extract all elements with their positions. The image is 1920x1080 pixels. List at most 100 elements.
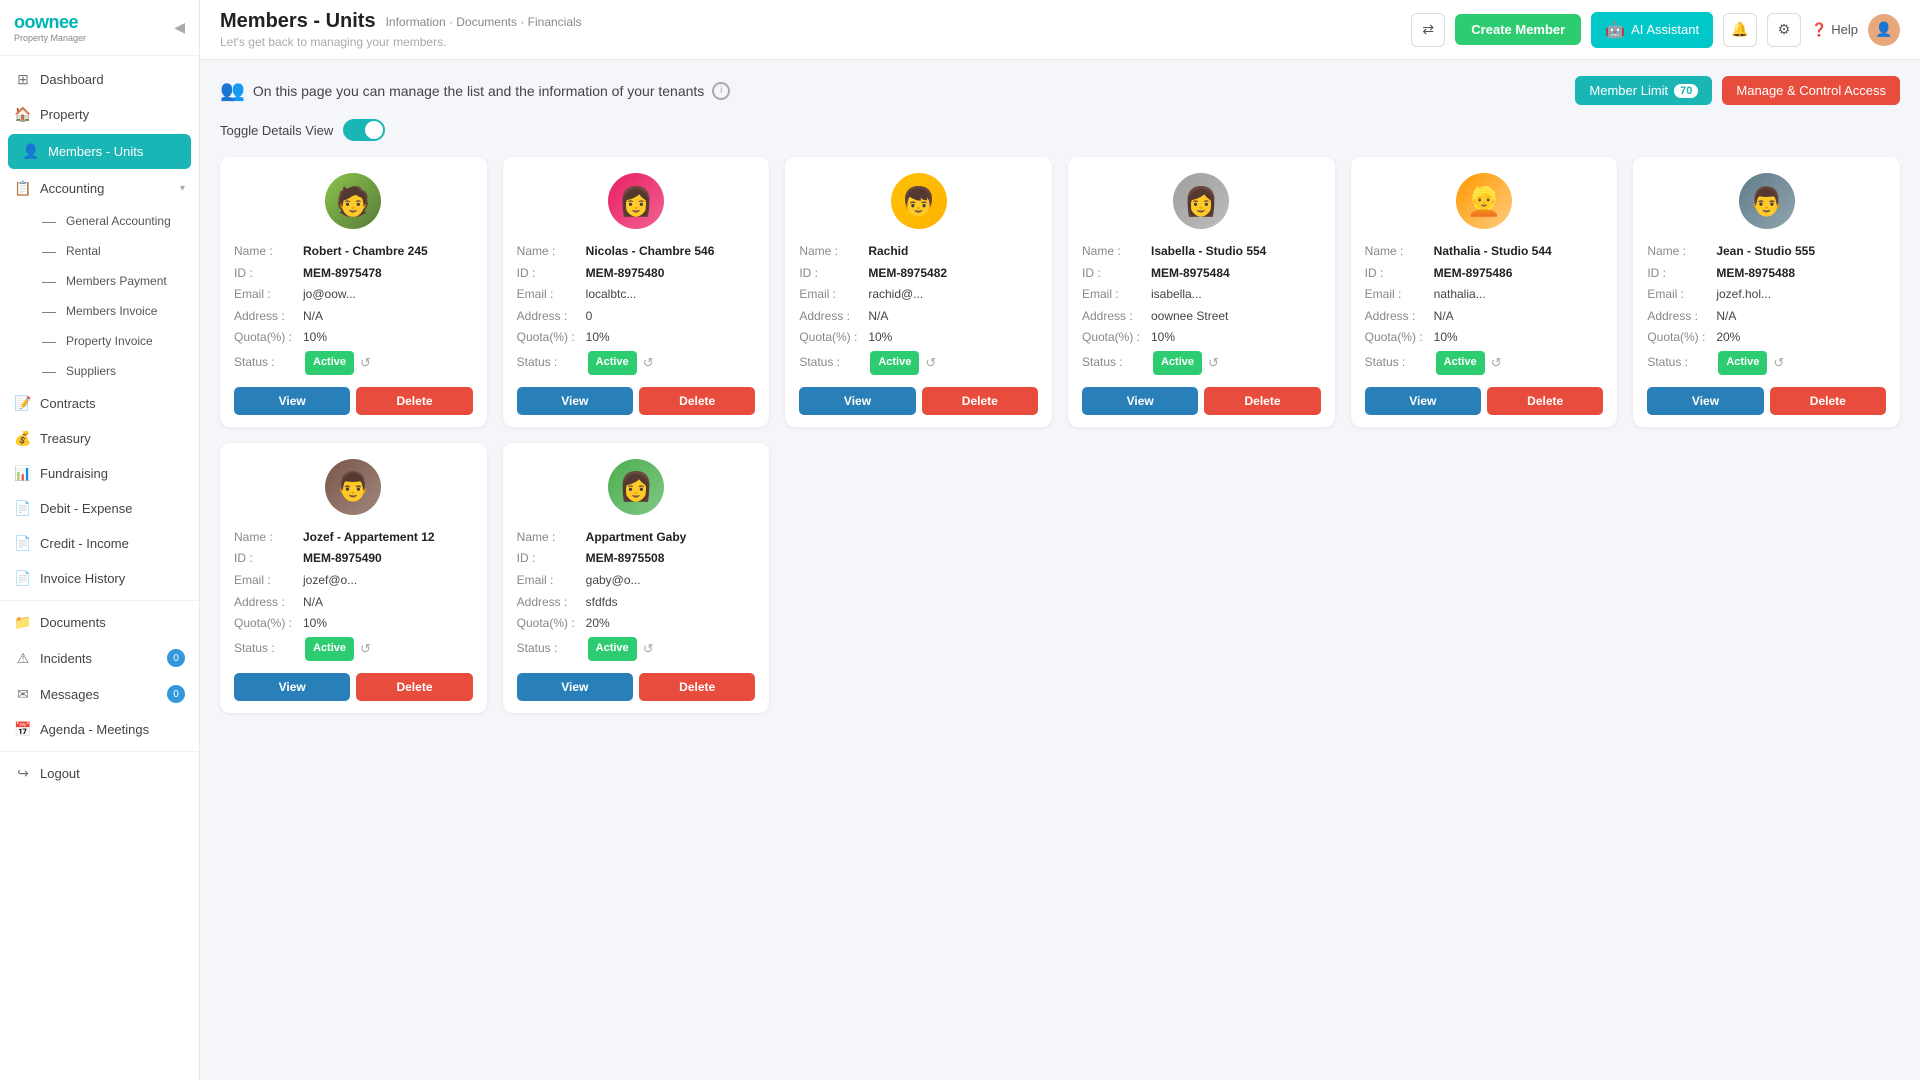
card-id-row: ID : MEM-8975508 (517, 548, 756, 570)
sidebar-item-members-invoice[interactable]: — Members Invoice (30, 296, 199, 326)
member-limit-button[interactable]: Member Limit 70 (1575, 76, 1712, 105)
card-name-row: Name : Jozef - Appartement 12 (234, 527, 473, 549)
delete-button[interactable]: Delete (356, 387, 472, 415)
user-avatar[interactable]: 👤 (1868, 14, 1900, 46)
card-info: Name : Appartment Gaby ID : MEM-8975508 … (517, 527, 756, 663)
view-button[interactable]: View (1082, 387, 1198, 415)
sidebar-item-property-invoice[interactable]: — Property Invoice (30, 326, 199, 356)
fundraising-icon: 📊 (14, 465, 32, 482)
sidebar-item-fundraising[interactable]: 📊 Fundraising (0, 456, 199, 491)
sidebar-item-rental[interactable]: — Rental (30, 236, 199, 266)
name-label: Name : (234, 527, 299, 549)
sidebar-item-accounting[interactable]: 📋 Accounting ▾ (0, 171, 199, 206)
sidebar-item-debit-expense[interactable]: 📄 Debit - Expense (0, 491, 199, 526)
member-id: MEM-8975484 (1151, 263, 1230, 285)
refresh-icon[interactable]: ↺ (360, 637, 371, 660)
ai-assistant-button[interactable]: 🤖 AI Assistant (1591, 12, 1713, 48)
view-button[interactable]: View (234, 387, 350, 415)
card-quota-row: Quota(%) : 10% (799, 327, 1038, 349)
member-email: nathalia... (1434, 284, 1486, 306)
view-button[interactable]: View (1365, 387, 1481, 415)
quota-label: Quota(%) : (234, 613, 299, 635)
main-area: Members - Units Information · Documents … (200, 0, 1920, 1080)
id-label: ID : (1647, 263, 1712, 285)
sidebar-item-logout[interactable]: ↪ Logout (0, 756, 199, 791)
view-button[interactable]: View (517, 673, 633, 701)
view-button[interactable]: View (517, 387, 633, 415)
sidebar-item-general-accounting[interactable]: — General Accounting (30, 206, 199, 236)
avatar: 👩 (608, 459, 664, 515)
refresh-icon[interactable]: ↺ (925, 351, 936, 374)
info-bar-right: Member Limit 70 Manage & Control Access (1575, 76, 1900, 105)
delete-button[interactable]: Delete (1204, 387, 1320, 415)
sidebar-item-invoice-history[interactable]: 📄 Invoice History (0, 561, 199, 596)
avatar-emoji: 👩 (619, 470, 654, 503)
sidebar-item-property[interactable]: 🏠 Property (0, 97, 199, 132)
toggle-row: Toggle Details View (220, 119, 1900, 141)
member-quota: 20% (586, 613, 610, 635)
sidebar-item-agenda[interactable]: 📅 Agenda - Meetings (0, 712, 199, 747)
card-id-row: ID : MEM-8975488 (1647, 263, 1886, 285)
sidebar-item-label: Suppliers (66, 364, 189, 378)
refresh-icon[interactable]: ↺ (643, 351, 654, 374)
delete-button[interactable]: Delete (922, 387, 1038, 415)
sub-icon: — (40, 333, 58, 349)
delete-button[interactable]: Delete (1487, 387, 1603, 415)
member-quota: 10% (1434, 327, 1458, 349)
member-address: N/A (303, 592, 323, 614)
status-badge: Active (588, 637, 637, 661)
member-name: Rachid (868, 241, 908, 263)
sidebar-item-treasury[interactable]: 💰 Treasury (0, 421, 199, 456)
view-button[interactable]: View (799, 387, 915, 415)
sidebar-item-credit-income[interactable]: 📄 Credit - Income (0, 526, 199, 561)
sidebar-item-documents[interactable]: 📁 Documents (0, 605, 199, 640)
refresh-icon[interactable]: ↺ (1491, 351, 1502, 374)
members-grid-row1: 🧑 Name : Robert - Chambre 245 ID : MEM-8… (220, 157, 1900, 427)
sidebar-item-messages[interactable]: ✉ Messages 0 (0, 676, 199, 712)
card-id-row: ID : MEM-8975484 (1082, 263, 1321, 285)
avatar: 👦 (891, 173, 947, 229)
toggle-switch[interactable] (343, 119, 385, 141)
id-label: ID : (234, 548, 299, 570)
refresh-icon[interactable]: ↺ (360, 351, 371, 374)
chevron-down-icon: ▾ (180, 183, 185, 194)
delete-button[interactable]: Delete (1770, 387, 1886, 415)
create-member-button[interactable]: Create Member (1455, 14, 1581, 45)
refresh-icon[interactable]: ↺ (1208, 351, 1219, 374)
sidebar-item-suppliers[interactable]: — Suppliers (30, 356, 199, 386)
sidebar-item-contracts[interactable]: 📝 Contracts (0, 386, 199, 421)
sidebar-item-label: Documents (40, 615, 185, 630)
sidebar-item-members-payment[interactable]: — Members Payment (30, 266, 199, 296)
avatar: 👱 (1456, 173, 1512, 229)
delete-button[interactable]: Delete (639, 673, 755, 701)
avatar-emoji: 👦 (901, 185, 936, 218)
delete-button[interactable]: Delete (639, 387, 755, 415)
card-name-row: Name : Nicolas - Chambre 546 (517, 241, 756, 263)
refresh-icon[interactable]: ↺ (1773, 351, 1784, 374)
collapse-icon[interactable]: ◀ (174, 19, 185, 36)
status-badge: Active (870, 351, 919, 375)
status-badge: Active (1436, 351, 1485, 375)
member-address: N/A (1434, 306, 1454, 328)
sidebar-item-members-units[interactable]: 👤 Members - Units (8, 134, 191, 169)
card-info: Name : Jean - Studio 555 ID : MEM-897548… (1647, 241, 1886, 377)
refresh-icon[interactable]: ↺ (643, 637, 654, 660)
sidebar-item-label: Contracts (40, 396, 185, 411)
help-button[interactable]: ❓ Help (1811, 22, 1858, 38)
delete-button[interactable]: Delete (356, 673, 472, 701)
notification-button[interactable]: 🔔 (1723, 13, 1757, 47)
switch-icon-button[interactable]: ⇄ (1411, 13, 1445, 47)
view-button[interactable]: View (1647, 387, 1763, 415)
member-card: 👱 Name : Nathalia - Studio 544 ID : MEM-… (1351, 157, 1618, 427)
ai-label: AI Assistant (1631, 22, 1699, 37)
avatar-image: 👤 (1875, 21, 1892, 38)
sidebar-item-dashboard[interactable]: ⊞ Dashboard (0, 62, 199, 97)
card-info: Name : Robert - Chambre 245 ID : MEM-897… (234, 241, 473, 377)
sidebar-item-incidents[interactable]: ⚠ Incidents 0 (0, 640, 199, 676)
member-card: 👨 Name : Jean - Studio 555 ID : MEM-8975… (1633, 157, 1900, 427)
settings-button[interactable]: ⚙ (1767, 13, 1801, 47)
info-circle-button[interactable]: i (712, 82, 730, 100)
manage-access-button[interactable]: Manage & Control Access (1722, 76, 1900, 105)
view-button[interactable]: View (234, 673, 350, 701)
member-quota: 10% (303, 327, 327, 349)
